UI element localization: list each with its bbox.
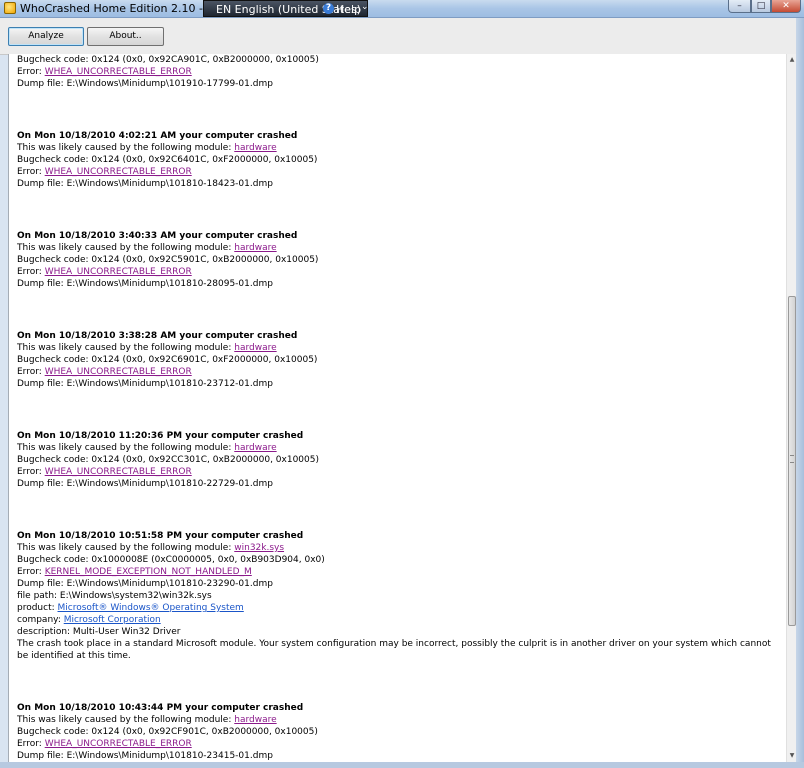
product-line-label: product:	[17, 603, 58, 613]
cause-line-label: This was likely caused by the following …	[17, 343, 235, 353]
error-link[interactable]: WHEA_UNCORRECTABLE_ERROR	[45, 67, 192, 77]
company-line-label: company:	[17, 615, 64, 625]
crash-title: On Mon 10/18/2010 3:38:28 AM your comput…	[17, 331, 298, 341]
error-line-label: Error:	[17, 167, 45, 177]
error-line-label: Error:	[17, 267, 45, 277]
bugcheck-line: Bugcheck code: 0x1000008E (0xC0000005, 0…	[17, 555, 325, 565]
cause-line-label: This was likely caused by the following …	[17, 243, 235, 253]
module-link[interactable]: win32k.sys	[234, 543, 284, 553]
file-path-line: file path: E:\Windows\system32\win32k.sy…	[17, 591, 212, 601]
module-link[interactable]: hardware	[234, 143, 276, 153]
crash-title: On Mon 10/18/2010 3:40:33 AM your comput…	[17, 231, 298, 241]
error-line: Error: WHEA_UNCORRECTABLE_ERROR	[17, 366, 777, 378]
entry-spacer	[17, 390, 777, 430]
cause-line-label: This was likely caused by the following …	[17, 715, 235, 725]
maximize-button[interactable]: □	[751, 0, 771, 13]
title-bar[interactable]: WhoCrashed Home Edition 2.10 - http://ww…	[0, 0, 804, 18]
dump-file-line: Dump file: E:\Windows\Minidump\101910-17…	[17, 79, 273, 89]
error-line: Error: WHEA_UNCORRECTABLE_ERROR	[17, 166, 777, 178]
dump-file-line: Dump file: E:\Windows\Minidump\101810-22…	[17, 479, 273, 489]
bugcheck-line: Bugcheck code: 0x124 (0x0, 0x92CA901C, 0…	[17, 55, 319, 65]
entry-spacer	[17, 290, 777, 330]
crash-entry: On Mon 10/18/2010 3:40:33 AM your comput…	[17, 190, 777, 290]
product-link[interactable]: Microsoft® Windows® Operating System	[58, 603, 244, 613]
bugcheck-line: Bugcheck code: 0x124 (0x0, 0x92CF901C, 0…	[17, 727, 318, 737]
error-link[interactable]: WHEA_UNCORRECTABLE_ERROR	[45, 739, 192, 749]
crash-title: On Mon 10/18/2010 10:51:58 PM your compu…	[17, 531, 304, 541]
cause-line-label: This was likely caused by the following …	[17, 143, 235, 153]
help-button[interactable]: Help	[336, 3, 361, 16]
crash-list: Bugcheck code: 0x124 (0x0, 0x92CA901C, 0…	[17, 54, 777, 762]
error-line: Error: KERNEL_MODE_EXCEPTION_NOT_HANDLED…	[17, 566, 777, 578]
cause-line-label: This was likely caused by the following …	[17, 443, 235, 453]
error-link[interactable]: WHEA_UNCORRECTABLE_ERROR	[45, 367, 192, 377]
dump-file-line: Dump file: E:\Windows\Minidump\101810-28…	[17, 279, 273, 289]
minimize-button[interactable]: –	[728, 0, 751, 13]
error-line-label: Error:	[17, 367, 45, 377]
app-icon	[4, 2, 16, 14]
error-link[interactable]: WHEA_UNCORRECTABLE_ERROR	[45, 167, 192, 177]
bugcheck-line: Bugcheck code: 0x124 (0x0, 0x92C6901C, 0…	[17, 355, 318, 365]
error-line-label: Error:	[17, 739, 45, 749]
dump-file-line: Dump file: E:\Windows\Minidump\101810-23…	[17, 751, 273, 761]
company-link[interactable]: Microsoft Corporation	[64, 615, 161, 625]
bugcheck-line: Bugcheck code: 0x124 (0x0, 0x92C6401C, 0…	[17, 155, 318, 165]
error-line: Error: WHEA_UNCORRECTABLE_ERROR	[17, 738, 777, 750]
close-button[interactable]: ✕	[771, 0, 801, 13]
chevron-down-icon[interactable]: ⌄	[361, 2, 369, 12]
module-link[interactable]: hardware	[234, 243, 276, 253]
entry-spacer	[17, 662, 777, 702]
bugcheck-line: Bugcheck code: 0x124 (0x0, 0x92CC301C, 0…	[17, 455, 319, 465]
window-frame-right	[796, 18, 804, 768]
cause-line: This was likely caused by the following …	[17, 242, 777, 254]
crash-title: On Mon 10/18/2010 11:20:36 PM your compu…	[17, 431, 304, 441]
about-button[interactable]: About..	[87, 27, 164, 46]
product-line: product: Microsoft® Windows® Operating S…	[17, 602, 777, 614]
crash-entry: On Mon 10/18/2010 10:43:44 PM your compu…	[17, 662, 777, 762]
cause-line: This was likely caused by the following …	[17, 342, 777, 354]
dump-file-line: Dump file: E:\Windows\Minidump\101810-18…	[17, 179, 273, 189]
toolbar: Analyze About..	[0, 18, 804, 55]
dump-file-line: Dump file: E:\Windows\Minidump\101810-23…	[17, 379, 273, 389]
crash-title: On Mon 10/18/2010 10:43:44 PM your compu…	[17, 703, 304, 713]
window-frame-bottom	[0, 762, 804, 768]
analyze-button[interactable]: Analyze	[8, 27, 84, 46]
grip-icon	[790, 455, 794, 463]
error-line: Error: WHEA_UNCORRECTABLE_ERROR	[17, 266, 777, 278]
crash-note: The crash took place in a standard Micro…	[17, 639, 771, 661]
language-bar[interactable]: EN English (United States) ? Help ⌄	[203, 0, 369, 17]
cause-line: This was likely caused by the following …	[17, 714, 777, 726]
description-line: description: Multi-User Win32 Driver	[17, 627, 181, 637]
report-pane[interactable]: Bugcheck code: 0x124 (0x0, 0x92CA901C, 0…	[8, 54, 787, 762]
crash-title: On Mon 10/18/2010 4:02:21 AM your comput…	[17, 131, 298, 141]
cause-line: This was likely caused by the following …	[17, 442, 777, 454]
cause-line: This was likely caused by the following …	[17, 542, 777, 554]
scrollbar-thumb[interactable]	[788, 296, 796, 626]
crash-entry: On Mon 10/18/2010 4:02:21 AM your comput…	[17, 90, 777, 190]
cause-line-label: This was likely caused by the following …	[17, 543, 235, 553]
crash-entry: On Mon 10/18/2010 11:20:36 PM your compu…	[17, 390, 777, 490]
error-link[interactable]: WHEA_UNCORRECTABLE_ERROR	[45, 467, 192, 477]
error-link[interactable]: WHEA_UNCORRECTABLE_ERROR	[45, 267, 192, 277]
module-link[interactable]: hardware	[234, 443, 276, 453]
entry-spacer	[17, 490, 777, 530]
help-icon[interactable]: ?	[323, 3, 334, 14]
crash-entry: Bugcheck code: 0x124 (0x0, 0x92CA901C, 0…	[17, 54, 777, 90]
error-line-label: Error:	[17, 67, 45, 77]
error-line: Error: WHEA_UNCORRECTABLE_ERROR	[17, 66, 777, 78]
error-line-label: Error:	[17, 467, 45, 477]
crash-entry: On Mon 10/18/2010 3:38:28 AM your comput…	[17, 290, 777, 390]
company-line: company: Microsoft Corporation	[17, 614, 777, 626]
module-link[interactable]: hardware	[234, 343, 276, 353]
error-line: Error: WHEA_UNCORRECTABLE_ERROR	[17, 466, 777, 478]
crash-entry: On Mon 10/18/2010 10:51:58 PM your compu…	[17, 490, 777, 662]
entry-spacer	[17, 190, 777, 230]
dump-file-line: Dump file: E:\Windows\Minidump\101810-23…	[17, 579, 273, 589]
cause-line: This was likely caused by the following …	[17, 142, 777, 154]
module-link[interactable]: hardware	[234, 715, 276, 725]
error-link[interactable]: KERNEL_MODE_EXCEPTION_NOT_HANDLED_M	[45, 567, 252, 577]
error-line-label: Error:	[17, 567, 45, 577]
entry-spacer	[17, 90, 777, 130]
bugcheck-line: Bugcheck code: 0x124 (0x0, 0x92C5901C, 0…	[17, 255, 319, 265]
